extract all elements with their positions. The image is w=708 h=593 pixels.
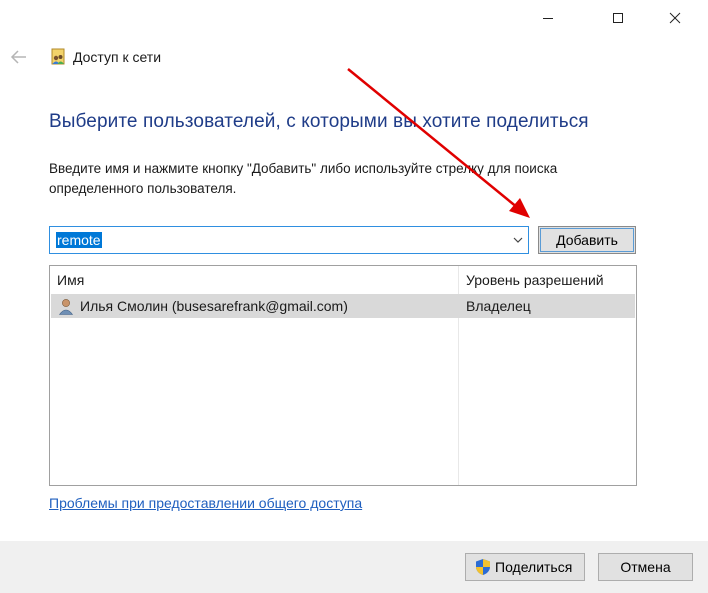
permission-cell[interactable]: Владелец (466, 298, 531, 314)
user-name-input-value[interactable]: remote (56, 232, 102, 248)
page-heading: Выберите пользователей, с которыми вы хо… (49, 111, 589, 132)
cancel-button[interactable]: Отмена (598, 553, 693, 581)
user-name-cell: Илья Смолин (busesarefrank@gmail.com) (80, 298, 348, 314)
user-name-combobox[interactable]: remote (49, 226, 529, 254)
sharing-problems-link[interactable]: Проблемы при предоставлении общего досту… (49, 495, 362, 511)
user-icon (58, 299, 74, 315)
maximize-button[interactable] (595, 0, 641, 36)
close-icon (669, 12, 681, 24)
network-share-icon (51, 48, 65, 65)
users-table[interactable]: Имя Уровень разрешений Илья Смолин (buse… (49, 265, 637, 486)
minimize-icon (543, 18, 553, 19)
instructions-text: Введите имя и нажмите кнопку "Добавить" … (49, 161, 558, 196)
share-button[interactable]: Поделиться (465, 553, 585, 581)
column-header-permission[interactable]: Уровень разрешений (466, 272, 604, 288)
uac-shield-icon (476, 559, 490, 575)
column-header-name[interactable]: Имя (57, 272, 84, 288)
dropdown-chevron-icon[interactable] (512, 235, 524, 245)
close-button[interactable] (652, 0, 698, 36)
maximize-icon (613, 13, 623, 23)
table-row[interactable]: Илья Смолин (busesarefrank@gmail.com) Вл… (51, 294, 635, 318)
window-title: Доступ к сети (73, 49, 162, 65)
share-button-label: Поделиться (495, 559, 573, 575)
add-button[interactable]: Добавить (538, 226, 636, 254)
back-arrow-icon[interactable] (8, 46, 30, 68)
minimize-button[interactable] (525, 0, 571, 36)
